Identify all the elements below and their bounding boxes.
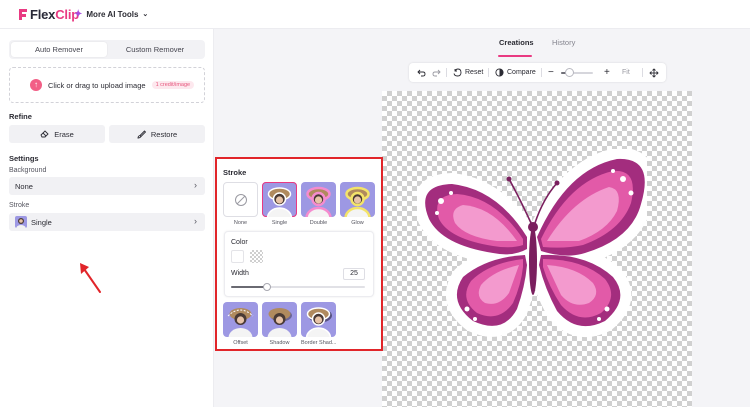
stroke-option-none[interactable]: None [223, 182, 258, 226]
portrait-thumbnail [305, 307, 332, 337]
background-select[interactable]: None › [9, 177, 205, 195]
top-header: FlexClip ✦ More AI Tools ⌄ [0, 0, 750, 29]
stroke-option-double[interactable]: Double [301, 182, 336, 226]
stroke-option-label: Single [271, 220, 288, 226]
sparkle-icon: ✦ [74, 8, 83, 20]
stroke-settings-popup: Stroke None Single Double Glow Color Wid… [215, 157, 383, 351]
zoom-in-button[interactable]: + [604, 63, 610, 82]
stroke-option-label: Border Shad... [301, 340, 336, 346]
width-slider-handle[interactable] [263, 283, 272, 291]
stroke-option-glow[interactable]: Glow [340, 182, 375, 226]
active-tab-indicator [498, 55, 532, 57]
portrait-thumbnail [344, 186, 371, 217]
more-ai-tools-label: More AI Tools [86, 9, 139, 19]
stroke-option-shadow[interactable]: Shadow [262, 302, 297, 346]
tab-custom-remover[interactable]: Custom Remover [107, 42, 203, 57]
erase-button[interactable]: Erase [9, 125, 105, 143]
restore-label: Restore [150, 129, 178, 139]
flexclip-logo[interactable]: FlexClip [17, 6, 79, 22]
stroke-option-label: Double [309, 220, 328, 226]
credit-badge: 1 credit/image [151, 81, 195, 89]
remover-mode-tabs: Auto Remover Custom Remover [9, 40, 205, 59]
color-swatch-white[interactable] [231, 250, 244, 263]
stroke-label: Stroke [9, 202, 30, 209]
upload-icon: ↑ [30, 79, 42, 91]
stroke-value: Single [31, 217, 52, 227]
annotation-arrow-icon [80, 263, 101, 293]
pan-button[interactable] [649, 63, 659, 82]
width-slider[interactable] [231, 283, 365, 291]
compare-button[interactable]: Compare [495, 63, 536, 82]
left-panel: Auto Remover Custom Remover ↑ Click or d… [0, 29, 214, 407]
stroke-option-label: None [233, 220, 248, 226]
minus-icon: − [548, 67, 554, 78]
butterfly-image [417, 149, 647, 338]
portrait-thumbnail [266, 187, 293, 217]
width-label: Width [231, 270, 249, 277]
undo-icon [417, 69, 426, 76]
stroke-settings-box: Color Width 25 [224, 231, 374, 297]
prohibited-icon [234, 193, 247, 206]
view-tabs: Creations History [214, 29, 750, 59]
fit-button[interactable]: Fit [622, 63, 630, 82]
upload-dropzone[interactable]: ↑ Click or drag to upload image 1 credit… [9, 67, 205, 103]
restore-button[interactable]: Restore [109, 125, 205, 143]
reset-label: Reset [465, 69, 484, 76]
reset-icon [453, 68, 462, 77]
zoom-slider-handle[interactable] [564, 68, 574, 77]
more-ai-tools-menu[interactable]: ✦ More AI Tools ⌄ [74, 7, 148, 21]
chevron-right-icon: › [194, 180, 197, 190]
upload-label: Click or drag to upload image [48, 80, 146, 90]
compare-label: Compare [507, 69, 536, 76]
logo-mark-icon [19, 9, 27, 20]
tab-creations[interactable]: Creations [499, 38, 534, 47]
stroke-option-label: Glow [351, 220, 364, 226]
tab-auto-remover[interactable]: Auto Remover [11, 42, 107, 57]
eraser-icon [40, 130, 49, 138]
settings-heading: Settings [9, 154, 39, 163]
color-label: Color [231, 239, 248, 246]
width-value-input[interactable]: 25 [343, 268, 365, 280]
stroke-option-single[interactable]: Single [262, 182, 297, 226]
background-label: Background [9, 167, 47, 174]
stroke-option-offset[interactable]: Offset [223, 302, 258, 346]
width-slider-fill [231, 286, 268, 288]
background-value: None [15, 181, 33, 191]
plus-icon: + [604, 67, 610, 78]
brush-icon [137, 129, 146, 138]
canvas-toolbar: Reset Compare − + Fit [409, 63, 666, 82]
redo-icon [432, 69, 441, 76]
move-icon [649, 67, 659, 78]
image-canvas[interactable] [382, 91, 692, 407]
stroke-option-border-shadow[interactable]: Border Shad... [301, 302, 336, 346]
compare-icon [495, 68, 504, 77]
refine-heading: Refine [9, 112, 32, 121]
chevron-down-icon: ⌄ [142, 11, 149, 18]
logo-text-part1: Flex [30, 6, 56, 22]
stroke-option-label: Shadow [269, 340, 290, 346]
chevron-right-icon: › [194, 216, 197, 226]
undo-button[interactable] [417, 63, 426, 82]
color-swatch-transparent[interactable] [250, 250, 263, 263]
stroke-option-label: Offset [233, 340, 248, 346]
stroke-popup-title: Stroke [223, 168, 247, 177]
portrait-thumbnail [227, 308, 254, 337]
zoom-out-button[interactable]: − [548, 63, 554, 82]
reset-button[interactable]: Reset [453, 63, 483, 82]
erase-label: Erase [54, 129, 74, 139]
portrait-thumbnail [267, 308, 292, 337]
stroke-select[interactable]: Single › [9, 213, 205, 231]
stroke-preview-thumbnail [15, 216, 27, 228]
redo-button[interactable] [432, 63, 441, 82]
portrait-thumbnail [305, 186, 332, 217]
tab-history[interactable]: History [552, 38, 575, 47]
